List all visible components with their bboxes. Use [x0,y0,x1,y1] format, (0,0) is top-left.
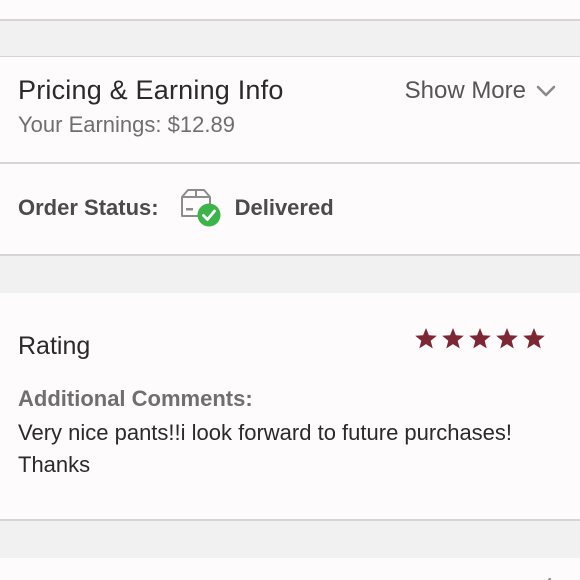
rating-title: Rating [18,332,91,360]
delivered-box-icon [179,188,223,228]
star-icon [441,327,465,350]
divider [0,19,580,21]
chevron-right-icon [542,574,554,580]
star-icon [522,327,546,350]
earnings-label: Your Earnings: [18,112,162,137]
star-icon [414,327,438,350]
additional-comments-label: Additional Comments: [18,386,253,411]
divider [0,254,580,256]
top-card-edge [0,0,580,20]
order-details-screen: Pricing & Earning Info Your Earnings: $1… [0,0,580,580]
pricing-title: Pricing & Earning Info [18,75,284,105]
chevron-down-icon [536,85,556,97]
earnings-value: $12.89 [167,112,235,137]
show-more-label: Show More [404,77,526,104]
star-rating [414,327,546,350]
additional-comments-text: Very nice pants!!i look forward to futur… [18,420,513,477]
earnings-line: Your Earnings: $12.89 [18,112,235,138]
divider [0,519,580,521]
next-section [0,558,580,580]
pricing-section: Pricing & Earning Info Your Earnings: $1… [0,57,580,162]
order-status-value: Delivered [234,195,334,220]
star-icon [468,327,492,350]
star-icon [495,327,519,350]
show-more-button[interactable]: Show More [405,77,556,105]
order-status-section: Order Status: Delivered [0,164,580,255]
order-status-row: Order Status: Delivered [18,184,334,232]
rating-section: Rating Additional Comments: Very nice pa… [0,293,580,519]
order-status-label: Order Status: [18,195,159,220]
